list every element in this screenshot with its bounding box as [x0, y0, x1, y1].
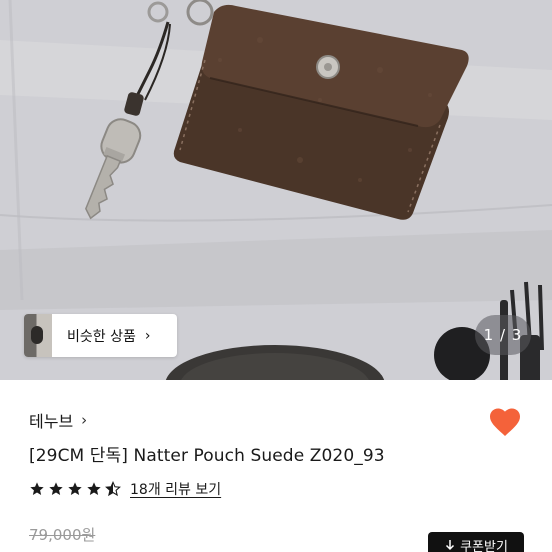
heart-shape	[490, 408, 520, 436]
coupon-label: 쿠폰받기	[460, 539, 508, 552]
chevron-right-icon: ›	[144, 327, 151, 344]
brand-link[interactable]: 테누브 ›	[29, 408, 87, 432]
similar-products-label: 비슷한 상품	[67, 328, 136, 345]
product-title: [29CM 단독] Natter Pouch Suede Z020_93	[29, 446, 385, 466]
chevron-right-icon: ›	[81, 411, 88, 429]
coupon-download-button[interactable]: 쿠폰받기	[428, 532, 524, 552]
star-full-icon	[68, 482, 82, 495]
original-price: 79,000원	[29, 526, 96, 544]
star-full-icon	[87, 482, 101, 495]
heart-icon[interactable]	[487, 404, 523, 440]
reviews-link[interactable]: 18개 리뷰 보기	[130, 479, 221, 499]
star-rating	[29, 481, 124, 497]
image-counter: 1 / 3	[475, 315, 531, 355]
brand-name: 테누브	[29, 412, 74, 431]
download-arrow-icon	[446, 540, 455, 551]
similar-products-button[interactable]: 비슷한 상품 ›	[24, 314, 177, 357]
star-half-icon	[105, 481, 121, 497]
similar-product-thumbnail	[24, 314, 52, 357]
product-image-carousel[interactable]: 비슷한 상품 › 1 / 3	[0, 0, 552, 380]
star-full-icon	[30, 482, 44, 495]
star-full-icon	[49, 482, 63, 495]
rating-row: 18개 리뷰 보기	[29, 479, 221, 499]
